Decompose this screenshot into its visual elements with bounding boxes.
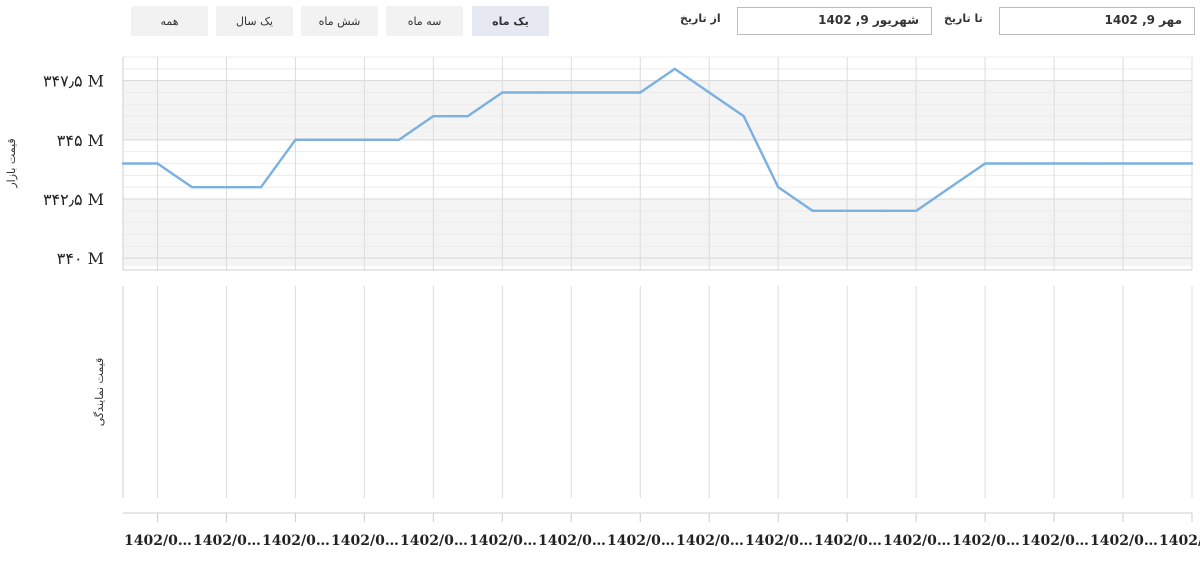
data-point bbox=[604, 91, 607, 94]
data-point bbox=[535, 91, 539, 94]
plot-band bbox=[123, 199, 1192, 267]
x-tick-label: 1402/0… bbox=[676, 533, 744, 549]
data-point bbox=[397, 138, 401, 142]
data-point bbox=[225, 185, 228, 189]
grid-layer bbox=[122, 56, 1193, 522]
x-tick-label: 1402/0… bbox=[1090, 533, 1158, 549]
data-point bbox=[845, 209, 849, 213]
data-point bbox=[914, 209, 918, 213]
x-tick-label: 1402/0… bbox=[814, 533, 882, 549]
data-point bbox=[1121, 162, 1125, 165]
data-point bbox=[570, 91, 573, 94]
data-point bbox=[1018, 162, 1021, 165]
price-chart: ۳۴۰ M ۳۴۲٫۵ M ۳۴۵ M ۳۴۷٫۵ M قیمت بازار قیمت ن… bbox=[5, 56, 1200, 549]
data-point bbox=[1087, 162, 1090, 165]
data-point bbox=[880, 209, 883, 213]
data-point bbox=[190, 185, 194, 189]
data-point bbox=[983, 162, 987, 165]
x-tick-label: 1402/0… bbox=[262, 533, 330, 549]
plot-band bbox=[123, 80, 1192, 140]
label-layer: ۳۴۰ M ۳۴۲٫۵ M ۳۴۵ M ۳۴۷٫۵ M قیمت بازار قیمت ن… bbox=[5, 72, 1200, 549]
data-point bbox=[294, 138, 297, 142]
x-tick-label: 1402/0… bbox=[607, 533, 675, 549]
x-tick-label: 1402/0… bbox=[331, 533, 399, 549]
x-tick-label: 1402/0… bbox=[952, 533, 1020, 549]
y-axis-title-agency-price: قیمت نمایندگی bbox=[93, 358, 106, 427]
x-tick-label: 1402/0… bbox=[1159, 533, 1200, 549]
data-point bbox=[949, 185, 952, 189]
data-point bbox=[776, 185, 780, 189]
data-point bbox=[1190, 162, 1194, 165]
data-point bbox=[259, 185, 263, 189]
data-point bbox=[708, 91, 711, 94]
data-point bbox=[742, 114, 745, 118]
data-point bbox=[328, 138, 332, 142]
data-point bbox=[466, 114, 470, 118]
data-point bbox=[121, 162, 125, 165]
data-point bbox=[673, 67, 676, 71]
x-tick-label: 1402/0… bbox=[538, 533, 606, 549]
data-point bbox=[1052, 162, 1056, 165]
data-point bbox=[363, 138, 366, 142]
y-tick-label: ۳۴۰ M bbox=[57, 249, 104, 268]
x-tick-label: 1402/0… bbox=[400, 533, 468, 549]
data-point bbox=[156, 162, 159, 165]
x-tick-label: 1402/0… bbox=[124, 533, 192, 549]
x-tick-label: 1402/0… bbox=[1021, 533, 1089, 549]
x-tick-label: 1402/0… bbox=[745, 533, 813, 549]
y-tick-label: ۳۴۵ M bbox=[57, 131, 104, 150]
data-point bbox=[501, 91, 504, 94]
x-tick-label: 1402/0… bbox=[193, 533, 261, 549]
data-point bbox=[1156, 162, 1159, 165]
y-tick-label: ۳۴۲٫۵ M bbox=[43, 190, 104, 209]
y-tick-label: ۳۴۷٫۵ M bbox=[43, 72, 104, 91]
x-tick-label: 1402/0… bbox=[469, 533, 537, 549]
x-tick-label: 1402/0… bbox=[883, 533, 951, 549]
data-point bbox=[432, 114, 435, 118]
data-point bbox=[811, 209, 814, 213]
data-point bbox=[639, 91, 642, 94]
y-axis-title-market-price: قیمت بازار bbox=[5, 138, 18, 188]
